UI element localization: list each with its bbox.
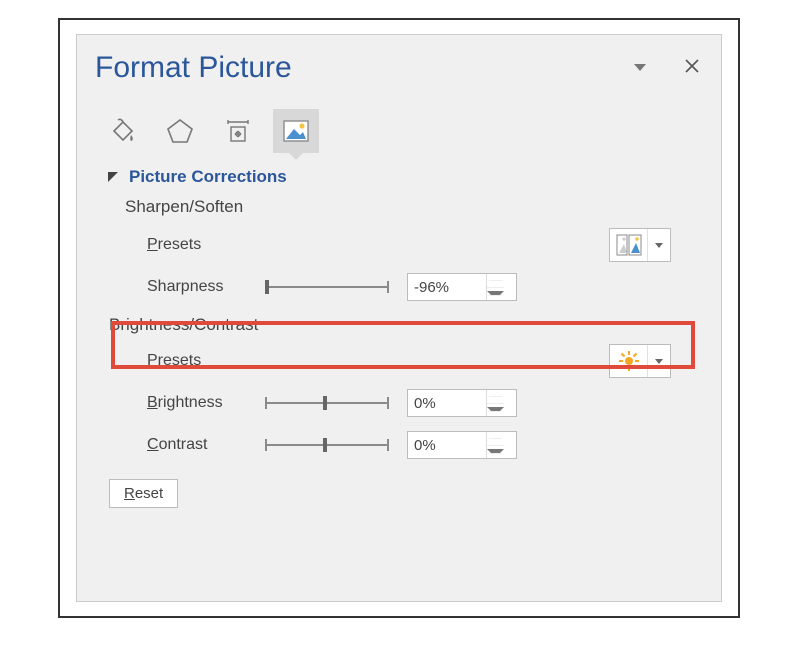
bc-presets-label: Presets [147,352,253,370]
sharpness-spinbox[interactable] [407,273,517,301]
sharpness-row: Sharpness [147,269,699,305]
contrast-input[interactable] [408,432,486,458]
expand-triangle-icon [107,171,119,183]
size-icon [223,116,253,146]
format-picture-pane: Format Picture [76,34,722,602]
spin-up[interactable] [487,274,504,288]
spin-up[interactable] [487,432,504,446]
pane-title: Format Picture [95,51,631,85]
dropdown-caret [648,345,670,377]
brightness-slider[interactable] [259,394,395,412]
sharpen-presets-button[interactable] [609,228,671,262]
contrast-slider[interactable] [259,436,395,454]
spin-up[interactable] [487,390,504,404]
brightness-row: Brightness [147,385,699,421]
reset-button[interactable]: Reset [109,479,178,508]
paint-bucket-icon [107,116,137,146]
contrast-label: Contrast [147,436,253,454]
sharpness-slider[interactable] [259,278,395,296]
spin-down[interactable] [487,446,504,459]
sharpen-presets-row: Presets [147,227,699,263]
chevron-down-icon [633,63,647,73]
tab-fill-line[interactable] [99,109,145,153]
spin-down[interactable] [487,404,504,417]
bc-presets-button[interactable] [609,344,671,378]
pane-menu-dropdown[interactable] [631,59,649,77]
picture-icon [281,116,311,146]
window-border: Format Picture [58,18,740,618]
close-icon [685,59,703,73]
presets-label: Presets [147,236,253,254]
section-header[interactable]: Picture Corrections [99,167,703,187]
sharpen-soften-label: Sharpen/Soften [125,197,703,217]
brightness-contrast-label: Brightness/Contrast [109,315,703,335]
sharpness-input[interactable] [408,274,486,300]
contrast-row: Contrast [147,427,699,463]
picture-corrections-section: Picture Corrections Sharpen/Soften Prese… [77,155,721,508]
brightness-input[interactable] [408,390,486,416]
sharpness-label: Sharpness [147,278,253,296]
sharpen-preset-icon [610,229,648,261]
brightness-spinbox[interactable] [407,389,517,417]
pentagon-icon [165,116,195,146]
tab-picture[interactable] [273,109,319,153]
tab-size-properties[interactable] [215,109,261,153]
category-tabs [77,91,721,155]
dropdown-caret [648,229,670,261]
section-title: Picture Corrections [129,167,287,187]
bc-presets-row: Presets [147,343,699,379]
brightness-label: Brightness [147,394,253,412]
contrast-spinbox[interactable] [407,431,517,459]
close-button[interactable] [685,59,703,77]
spin-down[interactable] [487,288,504,301]
tab-effects[interactable] [157,109,203,153]
pane-header: Format Picture [77,35,721,91]
brightness-preset-icon [610,345,648,377]
